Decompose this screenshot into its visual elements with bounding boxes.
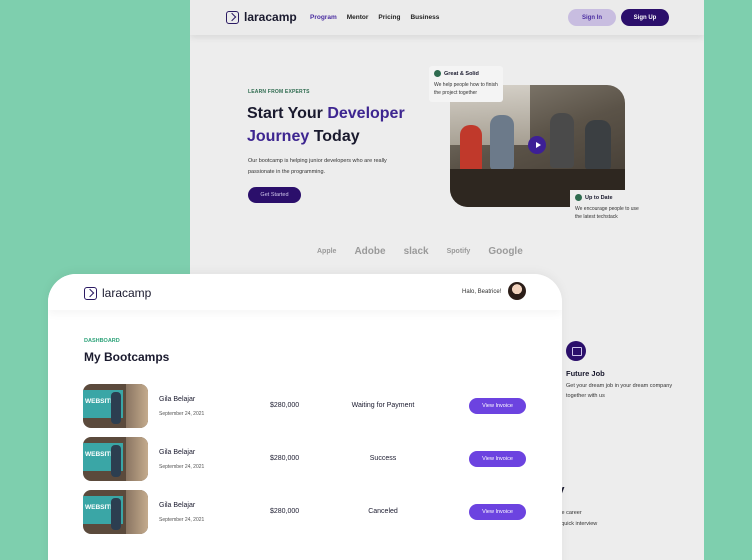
up-to-date-text: We encourage people to use the latest te… bbox=[575, 206, 639, 220]
hero-title-part: Today bbox=[309, 128, 360, 145]
hero-title-highlight: Journey bbox=[247, 128, 310, 145]
up-to-date-title: Up to Date bbox=[575, 194, 645, 201]
bootcamp-date: September 24, 2021 bbox=[159, 517, 205, 523]
view-invoice-button[interactable]: View Invoice bbox=[469, 451, 526, 467]
menu-pricing[interactable]: Pricing bbox=[378, 14, 400, 21]
bootcamp-thumbnail: WEBSITE bbox=[83, 437, 148, 481]
future-job-text: Get your dream job in your dream company… bbox=[566, 383, 673, 399]
landing-logo-text: laracamp bbox=[244, 10, 297, 24]
bootcamp-date: September 24, 2021 bbox=[159, 464, 205, 470]
google-logo: Google bbox=[488, 246, 523, 257]
card-title-text: Great & Solid bbox=[444, 70, 479, 77]
card-title-text: Up to Date bbox=[585, 194, 613, 201]
menu-mentor[interactable]: Mentor bbox=[347, 14, 369, 21]
adobe-logo: Adobe bbox=[354, 246, 386, 257]
dashboard-window: laracamp Halo, Beatrice! DASHBOARD My Bo… bbox=[48, 274, 562, 560]
bootcamp-price: $280,000 bbox=[270, 402, 300, 409]
check-icon bbox=[434, 70, 441, 77]
photo-person bbox=[550, 113, 574, 168]
landing-menu: Program Mentor Pricing Business bbox=[310, 14, 439, 21]
thumbnail-person bbox=[111, 445, 121, 477]
great-solid-card: Great & Solid We help people how to fini… bbox=[429, 66, 503, 102]
payment-status: Waiting for Payment bbox=[351, 402, 415, 409]
get-started-button[interactable]: Get Started bbox=[248, 187, 301, 203]
table-row: WEBSITE Gila Belajar September 24, 2021 … bbox=[83, 384, 528, 428]
menu-program[interactable]: Program bbox=[310, 14, 337, 21]
landing-logo[interactable]: laracamp bbox=[226, 10, 297, 24]
table-row: WEBSITE Gila Belajar September 24, 2021 … bbox=[83, 490, 528, 534]
dashboard-navbar: laracamp Halo, Beatrice! bbox=[48, 274, 562, 310]
sign-up-button[interactable]: Sign Up bbox=[621, 9, 669, 26]
bootcamp-price: $280,000 bbox=[270, 508, 300, 515]
payment-status: Success bbox=[369, 455, 397, 462]
hero-description: Our bootcamp is helping junior developer… bbox=[248, 158, 387, 175]
up-to-date-card: Up to Date We encourage people to use th… bbox=[570, 190, 650, 226]
future-job-title: Future Job bbox=[566, 369, 605, 378]
bootcamp-price: $280,000 bbox=[270, 455, 300, 462]
spotify-logo: Spotify bbox=[446, 248, 471, 255]
view-invoice-button[interactable]: View Invoice bbox=[469, 504, 526, 520]
hero-title-part: Start Your bbox=[247, 105, 328, 122]
great-solid-title: Great & Solid bbox=[434, 70, 498, 77]
bootcamp-thumbnail: WEBSITE bbox=[83, 384, 148, 428]
bootcamp-thumbnail: WEBSITE bbox=[83, 490, 148, 534]
hero-eyebrow: LEARN FROM EXPERTS bbox=[248, 89, 310, 95]
sign-in-button[interactable]: Sign In bbox=[568, 9, 616, 26]
play-icon[interactable] bbox=[528, 136, 546, 154]
dashboard-logo[interactable]: laracamp bbox=[84, 286, 151, 300]
hero-photo bbox=[450, 85, 625, 207]
user-greeting: Halo, Beatrice! bbox=[462, 289, 502, 295]
slack-logo: slack bbox=[403, 246, 429, 257]
dashboard-eyebrow: DASHBOARD bbox=[84, 338, 120, 344]
laracamp-logo-icon bbox=[226, 10, 239, 24]
apple-logo: Apple bbox=[317, 248, 337, 255]
great-solid-text: We help people how to finish the project… bbox=[434, 82, 498, 96]
dashboard-logo-text: laracamp bbox=[102, 286, 152, 300]
payment-status: Canceled bbox=[368, 508, 398, 515]
bootcamp-name: Gila Belajar bbox=[159, 396, 196, 403]
thumbnail-background bbox=[126, 384, 148, 428]
hero-title-highlight: Developer bbox=[327, 105, 405, 122]
thumbnail-background bbox=[126, 437, 148, 481]
thumbnail-background bbox=[126, 490, 148, 534]
thumbnail-person bbox=[111, 498, 121, 530]
bootcamp-date: September 24, 2021 bbox=[159, 411, 205, 417]
bootcamp-name: Gila Belajar bbox=[159, 449, 196, 456]
photo-person bbox=[585, 120, 611, 170]
brand-logos: Apple Adobe slack Spotify Google bbox=[317, 246, 523, 257]
landing-navbar: laracamp Program Mentor Pricing Business… bbox=[190, 0, 704, 35]
page-title: My Bootcamps bbox=[84, 350, 170, 364]
avatar[interactable] bbox=[508, 282, 526, 300]
check-icon bbox=[575, 194, 582, 201]
bootcamp-name: Gila Belajar bbox=[159, 502, 196, 509]
menu-business[interactable]: Business bbox=[410, 14, 439, 21]
view-invoice-button[interactable]: View Invoice bbox=[469, 398, 526, 414]
briefcase-icon bbox=[566, 341, 586, 361]
photo-person bbox=[490, 115, 514, 170]
hero-title: Start Your Developer Journey Today bbox=[247, 102, 437, 148]
laracamp-logo-icon bbox=[84, 286, 97, 300]
thumbnail-person bbox=[111, 392, 121, 424]
photo-person bbox=[460, 125, 482, 175]
table-row: WEBSITE Gila Belajar September 24, 2021 … bbox=[83, 437, 528, 481]
